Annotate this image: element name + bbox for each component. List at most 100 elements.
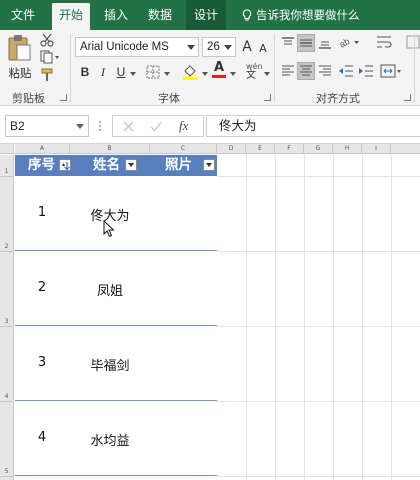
formula-buttons: fx	[112, 115, 204, 137]
gridline	[304, 154, 305, 480]
column-header[interactable]: I	[362, 144, 391, 154]
increase-indent-icon[interactable]	[358, 64, 374, 78]
alignment-launcher[interactable]	[404, 94, 411, 101]
paste-button[interactable]: 粘贴	[6, 34, 34, 84]
group-separator	[70, 34, 71, 102]
orientation-icon[interactable]: ab	[338, 34, 360, 50]
column-header[interactable]: F	[275, 144, 304, 154]
row-header[interactable]: 3	[0, 252, 14, 326]
align-right-icon[interactable]	[318, 64, 332, 78]
column-title-name: 姓名	[93, 157, 120, 173]
tab-design[interactable]: 设计	[186, 0, 226, 30]
cancel-icon[interactable]	[123, 121, 134, 132]
name-cell[interactable]: 凤姐	[70, 280, 150, 299]
filter-button-photo[interactable]	[203, 159, 215, 171]
row-number-cell[interactable]: 3	[15, 355, 69, 370]
tab-home[interactable]: 开始	[52, 3, 90, 30]
name-cell[interactable]: 毕福剑	[70, 355, 150, 374]
tell-me-text: 告诉我你想要做什么	[256, 8, 360, 22]
fill-color-icon[interactable]	[182, 63, 198, 81]
filter-button-name[interactable]	[125, 159, 137, 171]
italic-button[interactable]: I	[96, 62, 110, 82]
phonetic-char-icon: 文	[246, 70, 256, 81]
mouse-cursor-icon	[103, 220, 115, 238]
column-header[interactable]: C	[150, 144, 217, 154]
row-number: 4	[4, 393, 9, 400]
decrease-indent-icon[interactable]	[338, 64, 354, 78]
group-separator	[274, 34, 275, 102]
paste-icon	[8, 35, 31, 61]
column-header[interactable]	[391, 144, 420, 154]
svg-text:ab: ab	[338, 36, 351, 50]
underline-button[interactable]: U	[114, 62, 128, 82]
scissors-icon[interactable]	[40, 33, 54, 47]
bold-button[interactable]: B	[78, 62, 92, 82]
ribbon-home: 粘贴 剪贴板 Arial Unicode MS 26 A A B I U A w…	[0, 30, 420, 106]
group-separator	[414, 34, 415, 102]
column-header[interactable]: H	[333, 144, 362, 154]
font-launcher[interactable]	[264, 94, 271, 101]
align-top-icon[interactable]	[281, 36, 295, 50]
align-middle-icon	[300, 39, 312, 47]
row-header[interactable]: 2	[0, 177, 14, 251]
font-group-label: 字体	[158, 92, 180, 105]
font-color-swatch	[212, 75, 226, 78]
align-bottom-icon[interactable]	[318, 36, 332, 50]
name-box[interactable]: B2	[5, 115, 89, 137]
align-left-icon[interactable]	[281, 64, 295, 78]
select-all-corner[interactable]	[0, 144, 14, 154]
tab-insert[interactable]: 插入	[96, 0, 136, 30]
column-header[interactable]: B	[70, 144, 150, 154]
tab-data[interactable]: 数据	[140, 0, 180, 30]
table-row: 2 凤姐	[15, 251, 217, 326]
column-title-photo: 照片	[165, 157, 192, 173]
drag-handle-icon[interactable]	[98, 119, 102, 133]
chevron-down-icon[interactable]	[230, 72, 236, 76]
chevron-down-icon	[187, 45, 195, 50]
lightbulb-icon	[242, 8, 252, 21]
font-size-combo[interactable]: 26	[202, 37, 236, 57]
align-center-button[interactable]	[297, 62, 315, 80]
row-number-cell[interactable]: 1	[15, 205, 69, 220]
row-number-cell[interactable]: 2	[15, 280, 69, 295]
column-header[interactable]: A	[15, 144, 70, 154]
column-header[interactable]: E	[246, 144, 275, 154]
font-name-combo[interactable]: Arial Unicode MS	[75, 37, 199, 57]
insert-function-button[interactable]: fx	[179, 118, 188, 134]
font-color-button[interactable]: A	[212, 61, 226, 81]
column-header[interactable]: D	[217, 144, 246, 154]
chevron-down-icon[interactable]	[130, 72, 136, 76]
row-number-cell[interactable]: 4	[15, 430, 69, 445]
chevron-down-icon	[76, 124, 84, 129]
enter-check-icon[interactable]	[150, 121, 162, 132]
table-row: 1 佟大为	[15, 176, 217, 251]
align-middle-button[interactable]	[297, 34, 315, 52]
tab-file[interactable]: 文件	[6, 0, 40, 30]
copy-icon[interactable]	[40, 50, 60, 64]
merge-center-icon[interactable]	[380, 63, 402, 79]
grow-font-label: A	[242, 39, 252, 55]
column-header[interactable]: G	[304, 144, 333, 154]
formula-input[interactable]: 佟大为	[206, 115, 420, 137]
row-header[interactable]: 1	[0, 155, 14, 176]
wrap-text-icon[interactable]	[376, 35, 392, 49]
filter-button-number[interactable]	[59, 159, 71, 171]
borders-icon[interactable]	[146, 65, 160, 79]
font-size-value: 26	[207, 41, 220, 53]
row-header[interactable]: 5	[0, 402, 14, 476]
phonetic-button[interactable]: wén 文	[246, 62, 263, 81]
name-cell[interactable]: 水均益	[70, 430, 150, 449]
chevron-down-icon[interactable]	[164, 72, 170, 76]
row-header[interactable]: 4	[0, 327, 14, 401]
grow-font-button[interactable]: A	[240, 37, 254, 57]
gridline	[362, 154, 363, 480]
chevron-down-icon[interactable]	[202, 72, 208, 76]
table-header-row: 序号 姓名 照片	[15, 155, 217, 176]
shrink-font-button[interactable]: A	[257, 39, 269, 59]
general-format-icon[interactable]	[406, 35, 420, 49]
align-center-icon	[300, 65, 312, 76]
format-painter-icon[interactable]	[40, 68, 54, 82]
tell-me-search[interactable]: 告诉我你想要做什么	[242, 0, 360, 30]
chevron-down-icon[interactable]	[264, 72, 270, 76]
clipboard-launcher[interactable]	[60, 94, 67, 101]
